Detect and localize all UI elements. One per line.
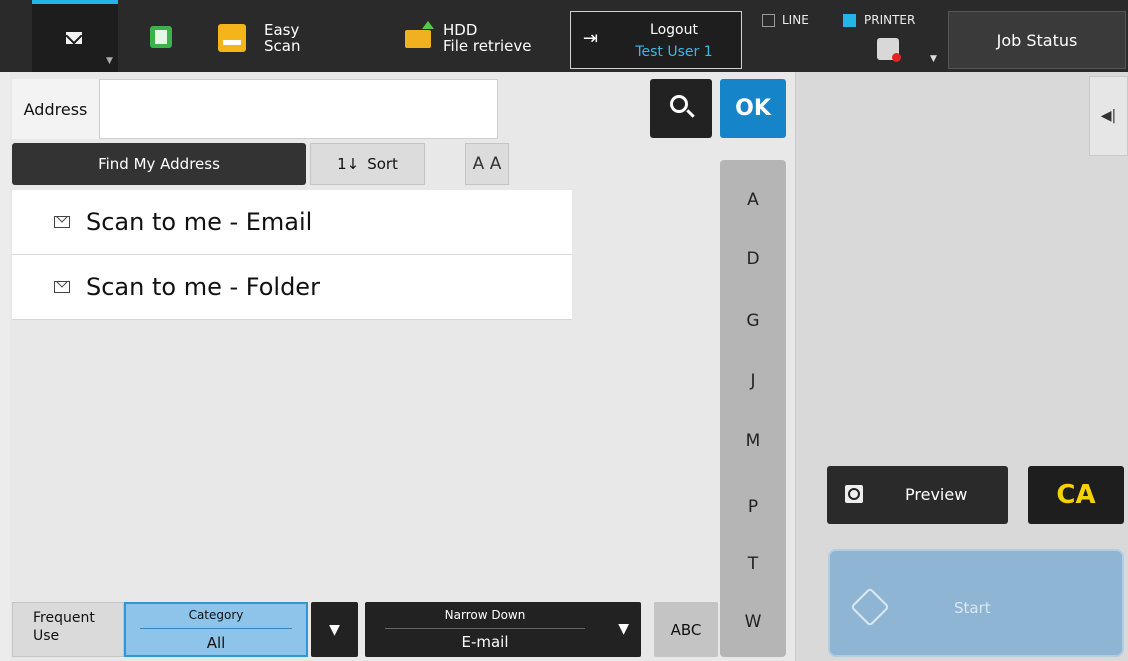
email-icon [54, 281, 70, 293]
category-value: All [206, 634, 226, 652]
narrow-down-title: Narrow Down [444, 608, 526, 622]
chevron-down-icon[interactable]: ▼ [930, 54, 937, 64]
logout-button[interactable]: ⇥ Logout Test User 1 [570, 11, 742, 69]
start-label: Start [954, 599, 991, 617]
sort-label: Sort [367, 155, 398, 173]
category-button[interactable]: Category All [124, 602, 308, 657]
sort-icon: 1↓ [337, 155, 360, 173]
category-dropdown-button[interactable]: ▼ [311, 602, 358, 657]
current-user: Test User 1 [635, 44, 713, 60]
chevron-down-icon: ▼ [618, 621, 629, 637]
category-title: Category [188, 608, 244, 622]
logout-label: Logout [650, 22, 698, 38]
find-my-address-button[interactable]: Find My Address [12, 143, 306, 185]
email-mode-tab[interactable]: ▼ [32, 0, 118, 72]
printer-status-indicator [843, 14, 856, 27]
wifi-disabled-icon[interactable] [877, 38, 901, 62]
font-size-button[interactable]: A A [465, 143, 509, 185]
index-letter[interactable]: T [720, 554, 786, 574]
easy-scan-label[interactable]: Easy Scan [264, 22, 300, 54]
clear-all-button[interactable]: CA [1028, 466, 1124, 524]
search-icon [670, 95, 688, 113]
chevron-down-icon: ▼ [329, 621, 340, 638]
line-status-indicator [762, 14, 775, 27]
address-label: Address [12, 79, 100, 139]
document-mode-icon[interactable] [150, 26, 172, 48]
collapse-panel-button[interactable]: ◀| [1089, 76, 1128, 156]
hdd-file-retrieve-label[interactable]: HDD File retrieve [443, 22, 531, 54]
abc-button[interactable]: ABC [654, 602, 718, 657]
index-letter[interactable]: G [720, 311, 786, 331]
preview-icon [845, 485, 863, 503]
address-list: Scan to me - Email Scan to me - Folder [12, 190, 572, 320]
list-item-name: Scan to me - Email [86, 208, 313, 236]
index-letter[interactable]: A [720, 190, 786, 210]
list-item-name: Scan to me - Folder [86, 273, 320, 301]
printer-status-label: PRINTER [864, 13, 916, 27]
top-bar: ▼ Easy Scan HDD File retrieve ⇥ Logout T… [0, 0, 1128, 72]
list-item[interactable]: Scan to me - Email [12, 190, 572, 255]
alphabet-index: A D G J M P T W [720, 160, 786, 657]
ok-button[interactable]: OK [720, 79, 786, 138]
easy-scan-icon[interactable] [218, 24, 246, 52]
email-icon [54, 216, 70, 228]
start-icon [850, 587, 890, 627]
preview-label: Preview [905, 485, 968, 504]
line-status-label: LINE [782, 13, 809, 27]
envelope-icon [66, 32, 82, 44]
narrow-down-value: E-mail [461, 633, 509, 651]
job-status-button[interactable]: Job Status [948, 11, 1126, 69]
index-letter[interactable]: J [720, 371, 786, 391]
hdd-folder-icon[interactable] [405, 21, 434, 48]
list-item[interactable]: Scan to me - Folder [12, 255, 572, 320]
preview-button[interactable]: Preview [827, 466, 1008, 524]
index-letter[interactable]: M [720, 431, 786, 451]
index-letter[interactable]: D [720, 249, 786, 269]
index-letter[interactable]: W [720, 612, 786, 632]
sort-button[interactable]: 1↓ Sort [310, 143, 425, 185]
narrow-down-dropdown[interactable]: Narrow Down E-mail ▼ [365, 602, 641, 657]
search-button[interactable] [650, 79, 712, 138]
chevron-left-icon: ◀| [1100, 108, 1117, 124]
frequent-use-button[interactable]: Frequent Use [12, 602, 124, 657]
chevron-down-icon: ▼ [106, 56, 113, 66]
start-button[interactable]: Start [828, 549, 1124, 657]
index-letter[interactable]: P [720, 497, 786, 517]
